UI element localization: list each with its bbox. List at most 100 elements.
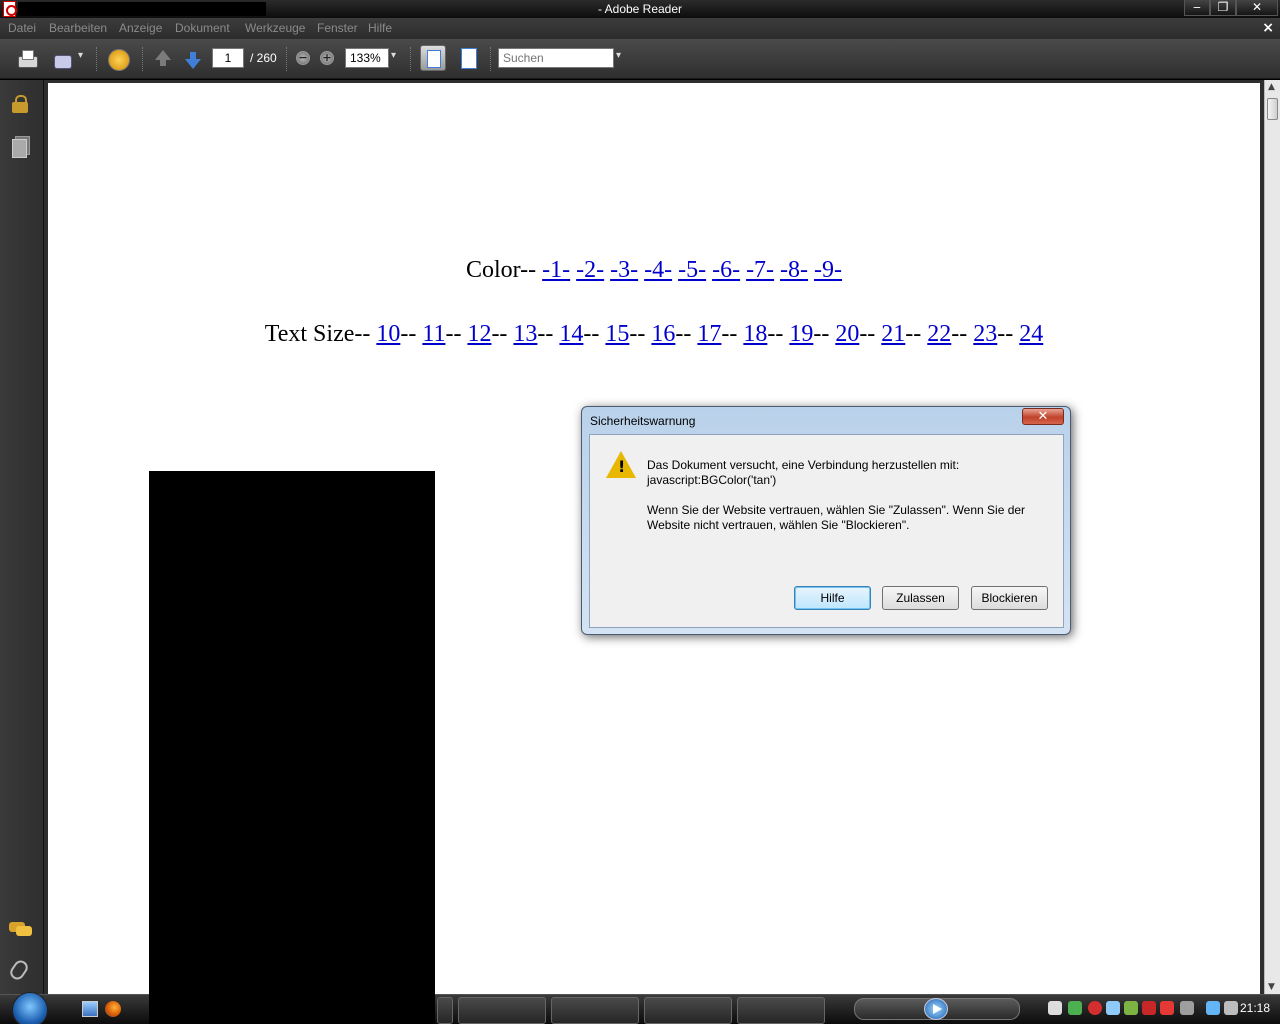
search-input[interactable] [499,49,613,67]
show-desktop-icon[interactable] [82,1001,98,1017]
tray-tool-icon[interactable] [1180,1001,1194,1015]
antivirus-icon[interactable] [1088,1001,1102,1015]
tray-app-icon[interactable] [1160,1001,1174,1015]
text-size-link[interactable]: 11 [422,321,445,347]
close-window-button[interactable]: ✕ [1236,0,1278,16]
text-size-separator: -- [675,321,698,347]
taskbar-button[interactable] [737,997,825,1024]
security-warning-dialog: Sicherheitswarnung ✕ Das Dokument versuc… [581,406,1071,635]
search-dropdown-chevron-icon[interactable]: ▾ [616,50,621,61]
taskbar-button[interactable] [644,997,732,1024]
menu-dokument[interactable]: Dokument [175,21,230,35]
print-setup-button[interactable] [52,47,83,71]
text-size-separator: -- [721,321,744,347]
volume-icon[interactable] [1224,1001,1238,1015]
search-box[interactable] [498,48,614,68]
ati-icon[interactable] [1142,1001,1156,1015]
text-size-link[interactable]: 15 [605,321,629,347]
block-button[interactable]: Blockieren [971,586,1048,610]
page-total: / 260 [250,51,277,65]
text-size-separator: -- [537,321,560,347]
text-size-link[interactable]: 10 [376,321,400,347]
menu-hilfe[interactable]: Hilfe [368,21,392,35]
dialog-title: Sicherheitswarnung [590,414,696,428]
taskbar-button[interactable] [458,997,546,1024]
menu-bearbeiten[interactable]: Bearbeiten [49,21,107,35]
scroll-up-arrow-icon[interactable]: ▲ [1268,82,1275,92]
color-link[interactable]: -8- [780,257,808,283]
media-play-button[interactable] [924,998,948,1020]
toolbar-separator [96,47,98,71]
text-size-link[interactable]: 18 [743,321,767,347]
security-lock-icon[interactable] [11,95,29,113]
scroll-down-arrow-icon[interactable]: ▼ [1268,982,1275,992]
print-button[interactable] [15,47,39,71]
text-size-separator: -- [491,321,514,347]
toolbar-separator [142,47,144,71]
zoom-in-button[interactable]: + [320,51,334,65]
color-link[interactable]: -6- [712,257,740,283]
text-size-link[interactable]: 12 [467,321,491,347]
pages-icon[interactable] [12,136,30,158]
color-link[interactable]: -2- [576,257,604,283]
help-button[interactable]: Hilfe [794,586,871,610]
close-document-icon[interactable]: × [1262,20,1274,36]
menu-fenster[interactable]: Fenster [317,21,358,35]
taskbar-clock: 21:18 [1240,1001,1271,1015]
text-size-link[interactable]: 17 [697,321,721,347]
text-size-link[interactable]: 19 [789,321,813,347]
dialog-body: Das Dokument versucht, eine Verbindung h… [589,434,1064,628]
zoom-dropdown-chevron-icon[interactable]: ▾ [391,50,396,61]
text-size-link[interactable]: 22 [927,321,951,347]
color-link[interactable]: -7- [746,257,774,283]
color-link[interactable]: -4- [644,257,672,283]
text-size-separator: -- [400,321,423,347]
text-size-link[interactable]: 24 [1019,321,1043,347]
text-size-link[interactable]: 16 [651,321,675,347]
color-link[interactable]: -1- [542,257,570,283]
scroll-thumb[interactable] [1267,98,1278,120]
arrow-down-icon [185,52,201,69]
text-size-separator: -- [445,321,468,347]
text-size-link[interactable]: 21 [881,321,905,347]
next-page-button[interactable] [181,47,205,71]
app-tray-icon[interactable] [1124,1001,1138,1015]
vertical-scrollbar[interactable]: ▲ ▼ [1264,80,1280,994]
color-link[interactable]: -5- [678,257,706,283]
minimize-button[interactable]: ‒ [1184,0,1210,16]
comments-icon[interactable] [9,920,33,938]
collaborate-button[interactable] [106,47,130,71]
network-icon[interactable] [1206,1001,1220,1015]
page-number-input[interactable]: 1 [212,48,244,68]
menu-datei[interactable]: Datei [8,21,36,35]
color-link[interactable]: -9- [814,257,842,283]
network-tool-icon[interactable] [1106,1001,1120,1015]
messenger-icon[interactable] [1068,1001,1082,1015]
dialog-message-line4: Website nicht vertrauen, wählen Sie "Blo… [647,518,910,532]
text-size-link[interactable]: 13 [513,321,537,347]
fit-width-button[interactable] [458,47,478,69]
taskbar-button[interactable] [551,997,639,1024]
text-size-link[interactable]: 23 [973,321,997,347]
text-size-link[interactable]: 14 [559,321,583,347]
taskbar-button[interactable] [437,997,453,1024]
color-link[interactable]: -3- [610,257,638,283]
text-size-separator: -- [629,321,652,347]
zoom-level-input[interactable]: 133% [345,48,389,68]
text-size-link[interactable]: 20 [835,321,859,347]
zoom-out-button[interactable]: − [296,51,310,65]
allow-button[interactable]: Zulassen [882,586,959,610]
menu-werkzeuge[interactable]: Werkzeuge [245,21,305,35]
dialog-close-button[interactable]: ✕ [1022,408,1064,425]
steam-icon[interactable] [1048,1001,1062,1015]
redacted-filename [18,2,266,16]
fit-page-button[interactable] [420,45,446,71]
color-links-line: Color-- -1- -2- -3- -4- -5- -6- -7- -8- … [48,257,1260,284]
dialog-message-line1: Das Dokument versucht, eine Verbindung h… [647,458,960,472]
firefox-icon[interactable] [105,1001,121,1017]
menu-anzeige[interactable]: Anzeige [119,21,162,35]
previous-page-button[interactable] [151,47,175,71]
restore-button[interactable]: ❐ [1210,0,1236,16]
start-button[interactable] [8,992,52,1024]
dialog-message-url: javascript:BGColor('tan') [647,473,777,487]
